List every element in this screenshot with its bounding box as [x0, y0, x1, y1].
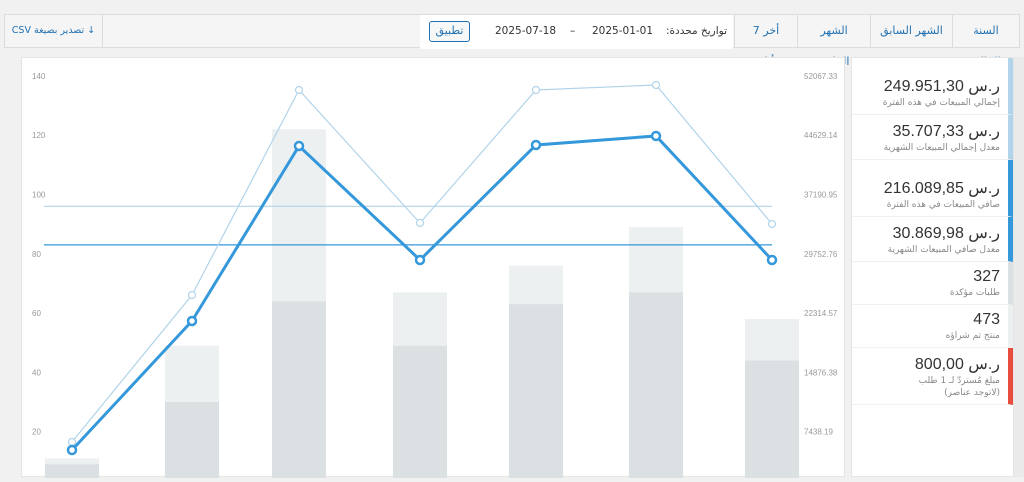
- sales-chart: 20 40 60 80 100 120 140 7438.19 14876.38 22314.57…: [21, 57, 845, 482]
- data-point: [293, 140, 305, 152]
- legend-item[interactable]: 327 طلبات مؤكدة: [852, 262, 1013, 305]
- right-axis-tick: 37190.95: [804, 191, 838, 200]
- data-point: [651, 80, 661, 90]
- left-axis-tick: 60: [32, 309, 41, 318]
- left-axis-tick: 120: [32, 131, 46, 140]
- right-axis-tick: 52067.33: [804, 72, 838, 81]
- data-point: [530, 139, 542, 151]
- right-axis-tick: 22314.57: [804, 309, 838, 318]
- side-panel: [1014, 57, 1024, 477]
- report-toolbar: السنة الحالية الشهر السابق الشهر الجاري …: [4, 14, 1020, 68]
- custom-range: تواريخ محددة: 2025-01-01 – 2025-07-18 تط…: [420, 15, 733, 49]
- tab-last-7-days[interactable]: أخر 7 أيام: [734, 15, 797, 68]
- legend-caption: طلبات مؤكدة: [949, 288, 1000, 298]
- left-axis-tick: 40: [32, 368, 41, 377]
- legend-caption: معدل صافي المبيعات الشهرية: [887, 245, 1000, 255]
- legend-caption: معدل إجمالي المبيعات الشهرية: [883, 143, 1000, 153]
- legend-item[interactable]: 473 منتج تم شراؤه: [852, 305, 1013, 348]
- right-axis-tick: 44629.14: [804, 131, 838, 140]
- legend-caption: مبلغ مُستردّ لـ 1 طلب: [918, 376, 1000, 386]
- data-point: [415, 218, 425, 228]
- bar: [629, 292, 683, 482]
- date-separator: –: [570, 25, 576, 37]
- bar: [745, 360, 799, 482]
- export-csv-label: تصدير بصيغة CSV: [11, 25, 85, 36]
- tab-this-month[interactable]: الشهر الجاري: [797, 15, 870, 68]
- data-point: [414, 254, 426, 266]
- bar: [45, 464, 99, 482]
- legend-caption: صافي المبيعات في هذه الفترة: [886, 200, 1000, 210]
- apply-button[interactable]: تطبيق: [429, 21, 470, 42]
- bar: [509, 304, 563, 482]
- tab-last-month[interactable]: الشهر السابق: [870, 15, 952, 48]
- bar: [393, 345, 447, 482]
- legend-value: ر.س 800,00: [914, 356, 1000, 373]
- legend-value: 327: [973, 268, 1000, 285]
- right-axis-tick: 29752.76: [804, 250, 838, 259]
- legend-caption: إجمالي المبيعات في هذه الفترة: [882, 98, 1000, 108]
- custom-range-label: تواريخ محددة:: [665, 25, 727, 37]
- legend-item[interactable]: ر.س 35.707,33 معدل إجمالي المبيعات الشهري…: [852, 115, 1013, 160]
- tab-current-year[interactable]: السنة الحالية: [952, 15, 1019, 68]
- export-csv-button[interactable]: ↓ تصدير بصيغة CSV: [5, 15, 103, 48]
- legend-item[interactable]: ر.س 249.951,30 إجمالي المبيعات في هذه الف…: [852, 58, 1013, 115]
- bar: [165, 402, 219, 482]
- legend-value: ر.س 35.707,33: [892, 123, 1000, 140]
- data-point: [186, 315, 198, 327]
- right-axis-tick: 14876.38: [804, 368, 838, 377]
- data-point: [187, 290, 197, 300]
- legend-value: ر.س 249.951,30: [883, 78, 1000, 95]
- download-arrow-icon: ↓: [87, 25, 96, 36]
- legend-item[interactable]: ر.س 30.869,98 معدل صافي المبيعات الشهرية: [852, 217, 1013, 262]
- bar: [272, 301, 326, 482]
- chart-legend: ر.س 249.951,30 إجمالي المبيعات في هذه الف…: [851, 57, 1014, 477]
- legend-caption: منتج تم شراؤه: [945, 331, 1000, 341]
- legend-item[interactable]: ر.س 800,00 مبلغ مُستردّ لـ 1 طلب (لاتوجد ع…: [852, 348, 1013, 405]
- date-to-input[interactable]: 2025-07-18: [495, 15, 556, 48]
- left-axis-tick: 20: [32, 428, 41, 437]
- data-point: [767, 219, 777, 229]
- data-point: [531, 85, 541, 95]
- data-point: [66, 444, 78, 456]
- right-axis-tick: 7438.19: [804, 428, 833, 437]
- left-axis-tick: 100: [32, 191, 46, 200]
- left-axis-tick: 140: [32, 72, 46, 81]
- legend-value: 473: [973, 311, 1000, 328]
- legend-value: ر.س 30.869,98: [892, 225, 1000, 242]
- legend-value: ر.س 216.089,85: [883, 180, 1000, 197]
- data-point: [650, 130, 662, 142]
- chart-svg: 20 40 60 80 100 120 140 7438.19 14876.38 22314.57…: [32, 72, 838, 482]
- left-axis-tick: 80: [32, 250, 41, 259]
- data-point: [766, 254, 778, 266]
- data-point: [67, 437, 77, 447]
- legend-caption-note: (لاتوجد عناصر): [944, 388, 1000, 398]
- legend-item[interactable]: ر.س 216.089,85 صافي المبيعات في هذه الفتر…: [852, 160, 1013, 217]
- date-from-input[interactable]: 2025-01-01: [592, 15, 653, 48]
- data-point: [294, 85, 304, 95]
